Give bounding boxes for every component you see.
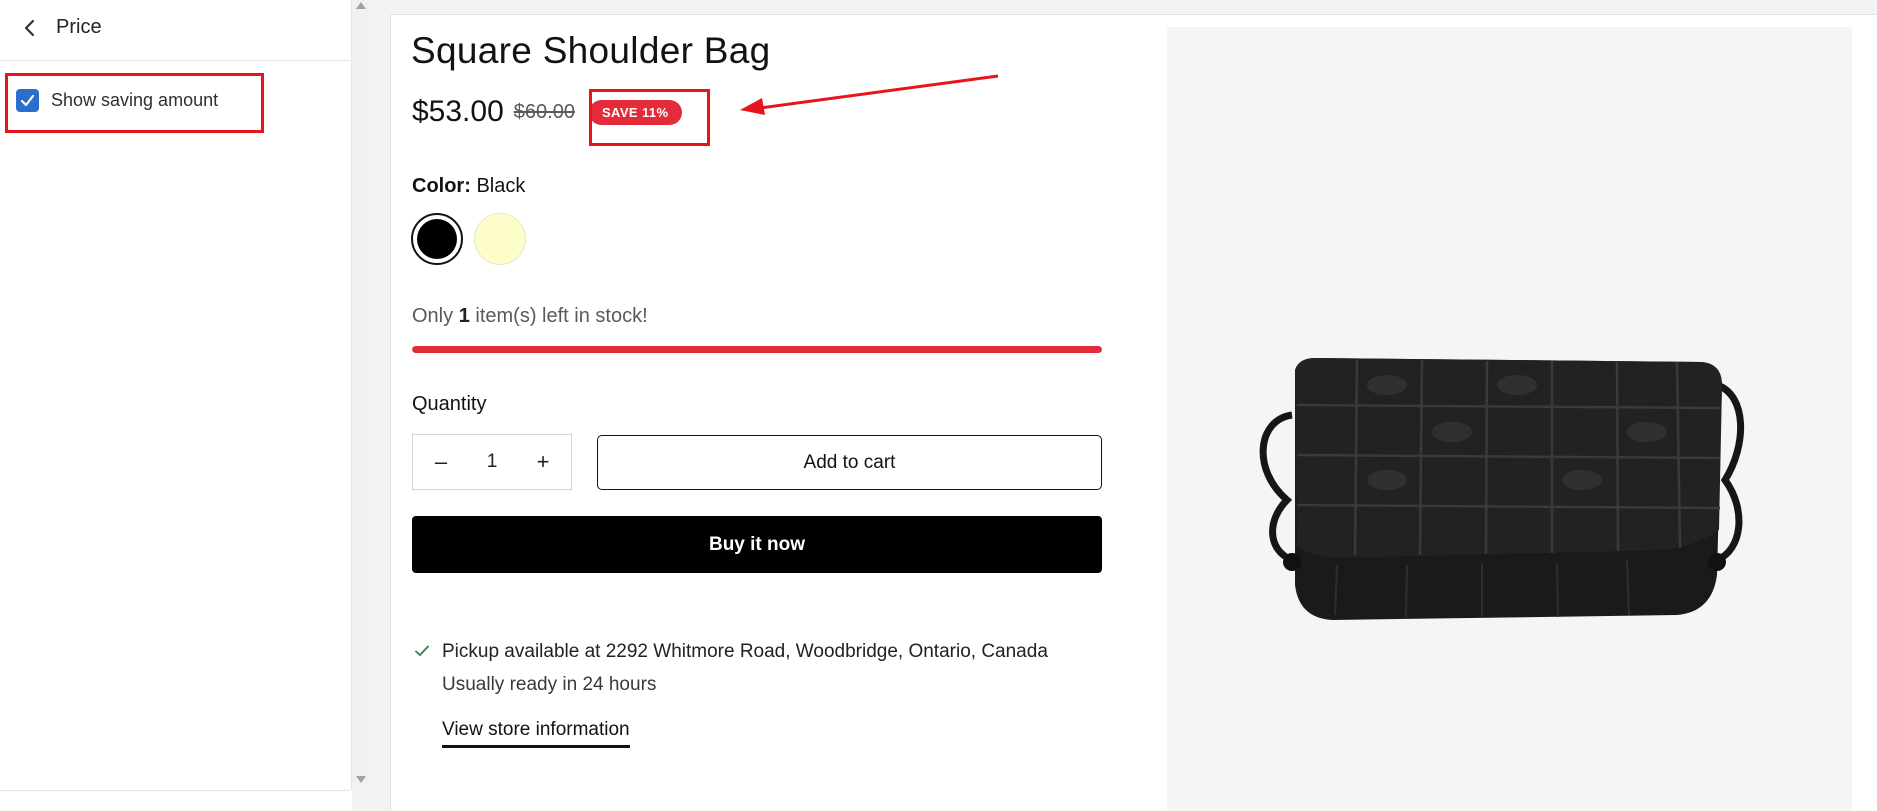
quantity-stepper: – + xyxy=(412,434,572,490)
chevron-left-icon[interactable] xyxy=(20,17,40,39)
show-saving-amount-checkbox[interactable] xyxy=(16,88,39,112)
panel-header: Price xyxy=(0,0,350,61)
panel-title: Price xyxy=(56,16,102,38)
product-image-bag[interactable] xyxy=(1247,350,1752,640)
scroll-down-arrow-icon[interactable] xyxy=(356,776,366,783)
stock-suffix: item(s) left in stock! xyxy=(469,305,648,327)
swatch-cream[interactable] xyxy=(474,213,526,265)
setting-label: Show saving amount xyxy=(51,89,219,110)
quantity-input[interactable] xyxy=(472,451,512,473)
buy-it-now-button[interactable]: Buy it now xyxy=(412,516,1102,573)
add-to-cart-button[interactable]: Add to cart xyxy=(597,435,1102,490)
selected-color-value: Black xyxy=(476,175,526,197)
check-icon xyxy=(415,645,429,656)
swatch-black[interactable] xyxy=(411,213,463,265)
scroll-up-arrow-icon[interactable] xyxy=(356,2,366,9)
pickup-ready-time: Usually ready in 24 hours xyxy=(442,674,657,695)
stock-count: 1 xyxy=(458,305,470,327)
swatch-fill xyxy=(417,219,457,259)
panel-scrollbar[interactable] xyxy=(351,0,368,790)
divider xyxy=(0,790,350,791)
sale-price: $53.00 xyxy=(412,95,504,128)
stock-prefix: Only xyxy=(412,305,459,327)
pickup-availability: Pickup available at 2292 Whitmore Road, … xyxy=(442,641,1048,662)
checkmark-icon xyxy=(20,94,35,106)
show-saving-amount-setting[interactable]: Show saving amount xyxy=(16,87,218,113)
save-badge: SAVE 11% xyxy=(588,99,682,125)
quantity-label: Quantity xyxy=(412,393,487,415)
price-row: $53.00 $60.00 SAVE 11% xyxy=(412,95,682,129)
stock-message: Only 1 item(s) left in stock! xyxy=(412,305,648,328)
stock-progress-bar xyxy=(412,346,1102,353)
compare-at-price: $60.00 xyxy=(513,100,575,123)
stock-progress-fill xyxy=(412,346,1102,353)
quantity-plus-button[interactable]: + xyxy=(529,448,557,476)
quantity-minus-button[interactable]: – xyxy=(427,448,455,476)
color-option-label: Color: Black xyxy=(412,175,525,198)
color-label: Color: xyxy=(412,175,471,197)
view-store-information-link[interactable]: View store information xyxy=(442,719,630,748)
settings-panel: Price Show saving amount xyxy=(0,0,352,811)
product-title: Square Shoulder Bag xyxy=(411,30,771,71)
